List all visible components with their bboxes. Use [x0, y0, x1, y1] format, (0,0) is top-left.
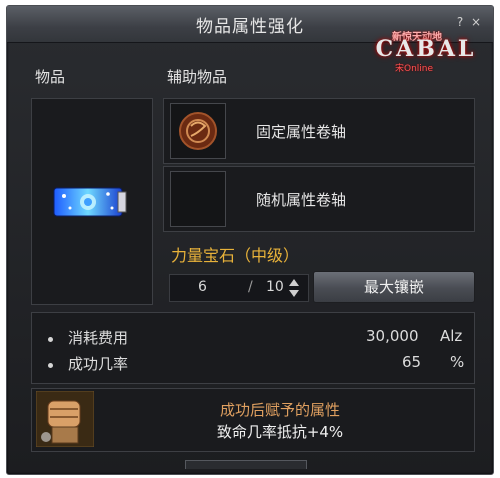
result-panel: 成功后赋予的属性 致命几率抵抗+4% [31, 388, 475, 452]
success-rate-value: 65 [402, 353, 422, 371]
aux-row-fixed[interactable]: 固定属性卷轴 [163, 98, 475, 164]
gem-quantity-value: 6 [198, 279, 207, 295]
aux-label-random: 随机属性卷轴 [256, 191, 347, 209]
bottom-tab [185, 460, 307, 469]
aux-row-random[interactable]: 随机属性卷轴 [163, 166, 475, 232]
item-label: 物品 [35, 68, 66, 86]
stepper-arrows-icon[interactable] [288, 278, 300, 298]
max-inlay-button[interactable]: 最大镶嵌 [313, 271, 475, 303]
scroll-icon [179, 112, 217, 150]
card-item-icon [53, 187, 127, 217]
stats-panel: 消耗费用 30,000 Alz 成功几率 65 % [31, 312, 475, 384]
item-slot[interactable] [31, 98, 153, 305]
result-text: 致命几率抵抗+4% [216, 423, 344, 441]
gem-quantity-separator: / [248, 279, 253, 295]
cost-value: 30,000 [366, 327, 419, 345]
bullet-icon [48, 363, 53, 368]
aux-item-label: 辅助物品 [167, 68, 228, 86]
result-heading: 成功后赋予的属性 [219, 401, 340, 419]
aux-slot-fixed[interactable] [170, 103, 226, 159]
bullet-icon [48, 337, 53, 342]
cost-unit: Alz [440, 327, 463, 345]
success-rate-label: 成功几率 [68, 355, 129, 373]
logo-main-text: CABAL [375, 36, 477, 62]
logo-bottom-text: 宋Online [395, 64, 434, 74]
cost-label: 消耗费用 [68, 329, 129, 347]
success-rate-unit: % [450, 353, 465, 371]
aux-label-fixed: 固定属性卷轴 [256, 123, 347, 141]
enhance-window: 物品属性强化 ? × 新惊天动地 CABAL 宋Online 物品 辅助物品 固… [6, 5, 494, 475]
aux-slot-random[interactable] [170, 171, 226, 227]
gem-name: 力量宝石（中级） [171, 246, 300, 265]
fist-icon [36, 391, 94, 447]
cabal-logo: 新惊天动地 CABAL 宋Online [367, 28, 485, 74]
gem-quantity-stepper[interactable]: 6 / 10 [169, 274, 309, 302]
gem-quantity-max: 10 [266, 279, 284, 295]
